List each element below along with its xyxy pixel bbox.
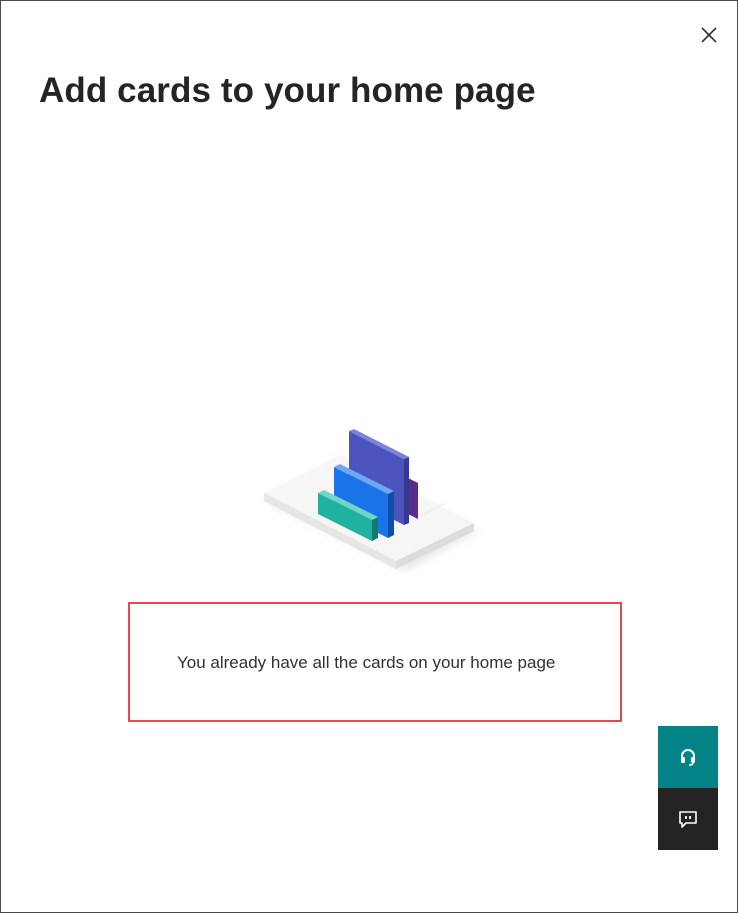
support-button[interactable]	[658, 726, 718, 788]
cards-illustration	[264, 429, 478, 571]
feedback-button[interactable]	[658, 788, 718, 850]
headset-icon	[681, 749, 695, 766]
message-highlight-box: You already have all the cards on your h…	[128, 602, 622, 722]
add-cards-panel: Add cards to your home page You already …	[0, 0, 738, 913]
close-button[interactable]	[695, 21, 723, 49]
feedback-icon	[679, 811, 697, 828]
empty-state-message: You already have all the cards on your h…	[177, 653, 556, 672]
close-icon	[701, 27, 717, 43]
page-title: Add cards to your home page	[39, 71, 536, 110]
